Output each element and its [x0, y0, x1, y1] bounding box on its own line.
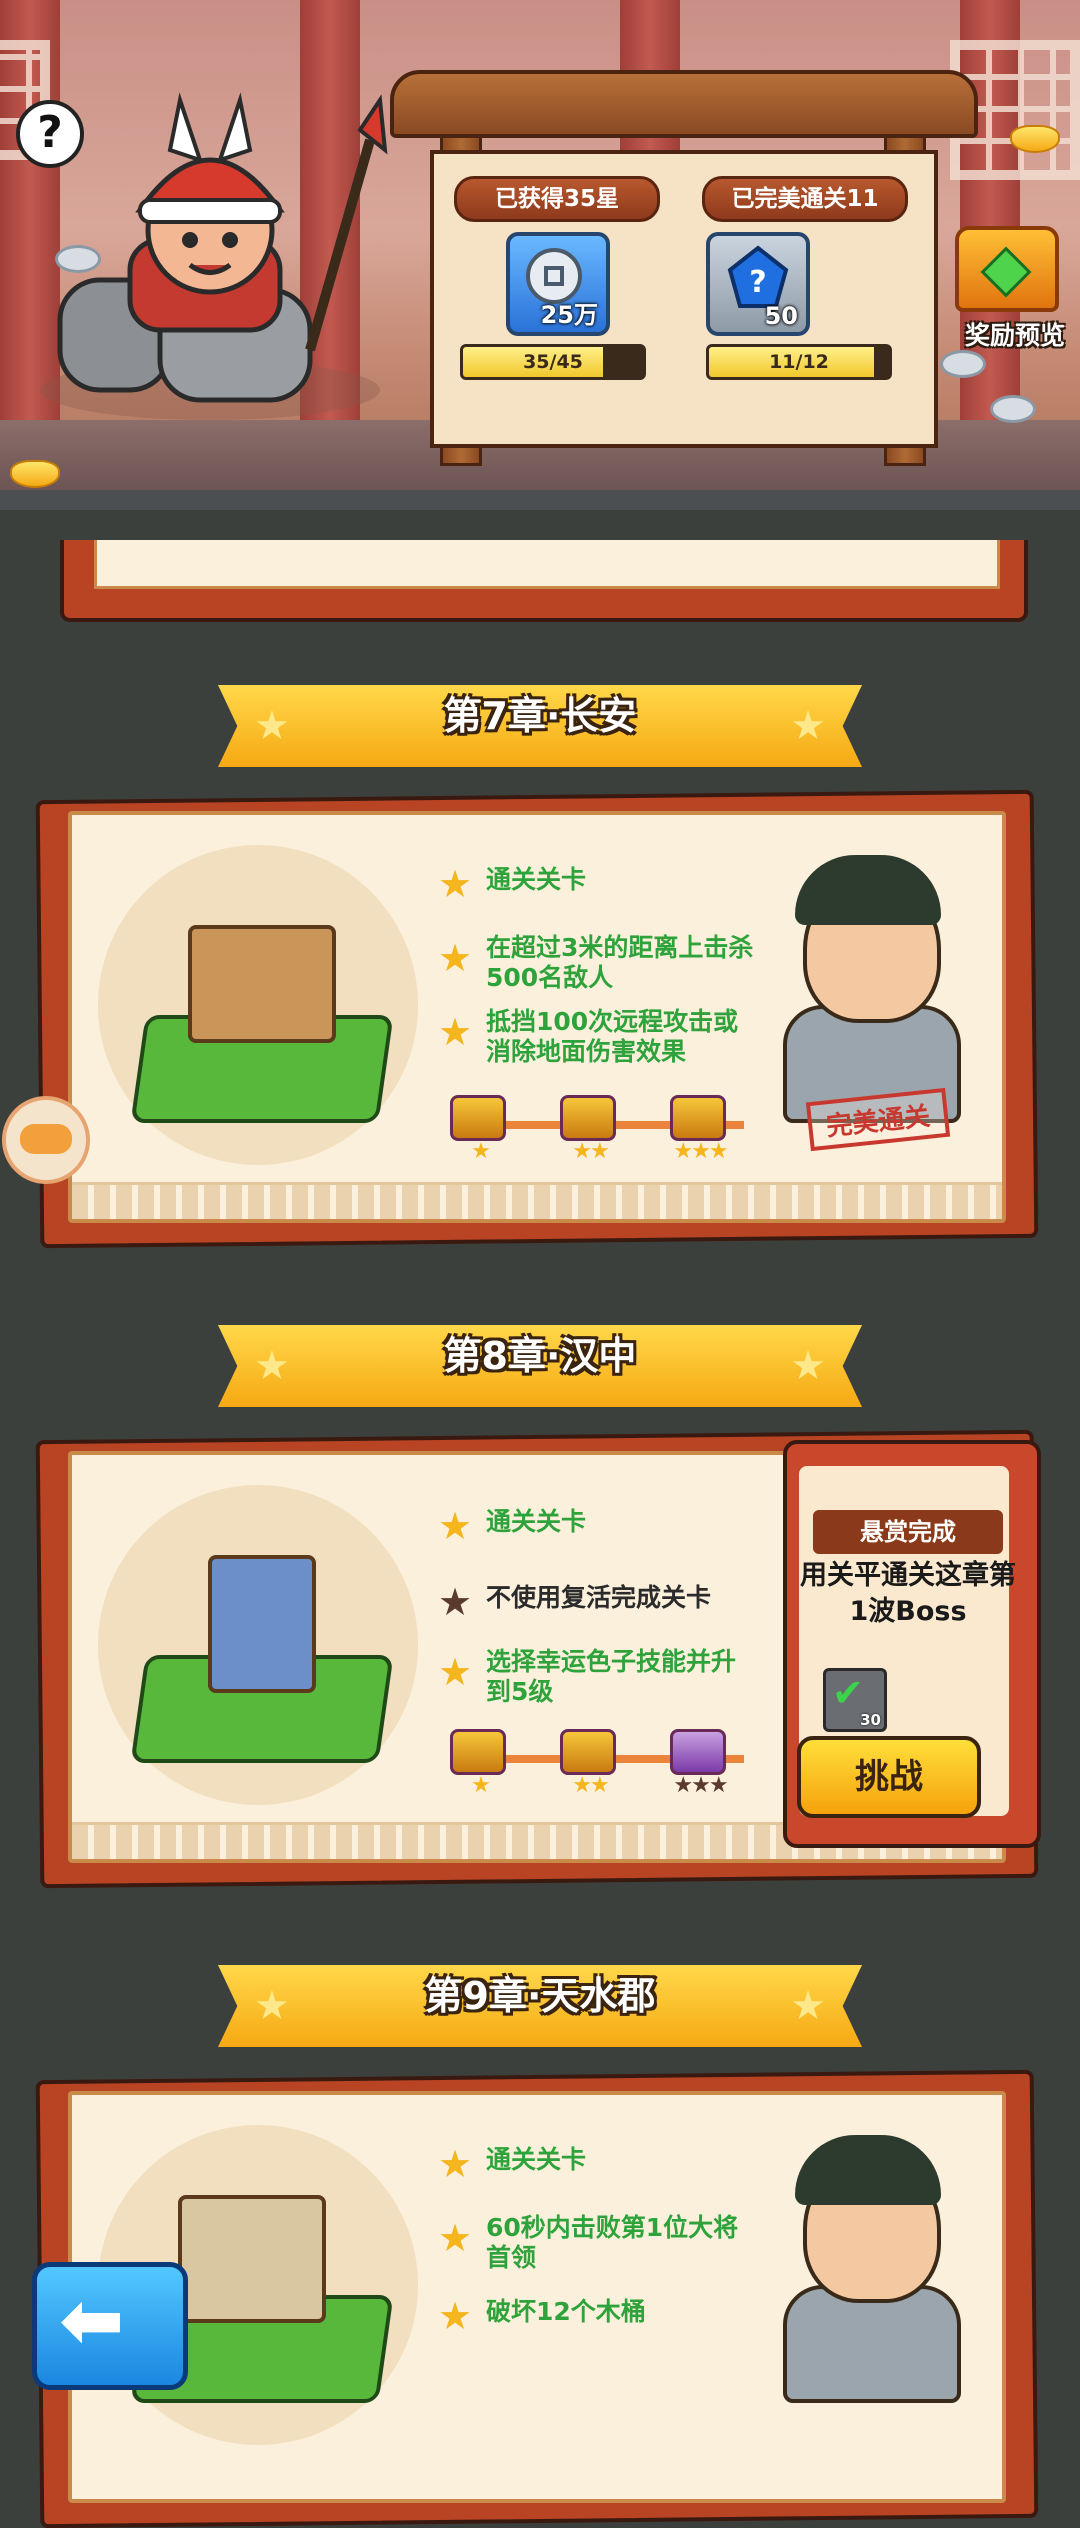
milestone-stars: ★ [471, 1139, 491, 1164]
checkmark-icon: ✔ [832, 1671, 864, 1715]
task-text: 选择幸运色子技能并升到5级 [486, 1647, 737, 1706]
chest-icon [670, 1729, 726, 1775]
portrait-hair [795, 2135, 941, 2205]
star-icon: ★ [438, 2142, 473, 2186]
chest-icon [670, 1095, 726, 1141]
milestone-chest[interactable]: ★★ [556, 1729, 616, 1798]
back-arrow-icon: ⬅ [59, 2276, 125, 2366]
milestone-chest[interactable]: ★★ [556, 1095, 616, 1164]
stars-earned-label: 已获得35星 [454, 176, 660, 222]
chapter-scene-image [98, 1485, 418, 1805]
star-icon: ★ [438, 862, 473, 906]
task-text: 通关关卡 [486, 2145, 587, 2174]
progress-text: 11/12 [769, 351, 829, 373]
empty-star-icon: ★ [438, 1580, 473, 1624]
perfect-clear-label: 已完美通关11 [702, 176, 908, 222]
previous-chapter-card-edge [60, 540, 1028, 622]
reward-count: 30 [860, 1711, 881, 1729]
gamepad-button[interactable] [2, 1096, 90, 1184]
gold-ingot-icon [10, 460, 60, 488]
chest-icon [450, 1095, 506, 1141]
chest-icon [560, 1095, 616, 1141]
hero-character [40, 92, 388, 420]
back-button[interactable]: ⬅ [32, 2262, 188, 2390]
milestone-chest[interactable]: ★ [446, 1729, 506, 1798]
chapter-title: 第7章·长安 [443, 694, 637, 738]
chapter-title: 第9章·天水郡 [424, 1974, 656, 2018]
milestone-chest[interactable]: ★★★ [666, 1729, 729, 1798]
star-icon: ★ [438, 1650, 473, 1694]
task-text: 60秒内击败第1位大将首领 [486, 2213, 739, 2272]
chest-icon [450, 1729, 506, 1775]
chapter-banner: ★ ★ 第9章·天水郡 [218, 1965, 862, 2047]
star-icon: ★ [438, 2216, 473, 2260]
milestone-stars: ★★ [572, 1139, 609, 1164]
floor-edge [0, 490, 1080, 510]
reward-preview-label: 奖励预览 [964, 321, 1065, 350]
reward-preview-button[interactable]: 奖励预览 [940, 226, 1070, 350]
general-portrait [753, 835, 973, 1125]
bounty-reward-item[interactable]: ✔ 30 [823, 1668, 887, 1732]
board-roof [390, 70, 978, 138]
bounty-status-tag: 悬赏完成 [813, 1510, 1003, 1554]
chest-icon [560, 1729, 616, 1775]
task-text: 抵挡100次远程攻击或消除地面伤害效果 [486, 1007, 739, 1066]
watchtower [208, 1555, 316, 1693]
chapter-title: 第8章·汉中 [443, 1334, 637, 1378]
header-scene: ? 已获得35星 已完美通关11 25万 ? 50 35/45 11/12 奖励… [0, 0, 1080, 510]
coin-icon [990, 395, 1036, 423]
siege-tower [188, 925, 336, 1043]
star-icon: ★ [438, 936, 473, 980]
milestone-stars: ★★★ [673, 1139, 728, 1164]
svg-text:?: ? [749, 265, 766, 300]
milestone-stars: ★★ [572, 1773, 609, 1798]
milestone-chest[interactable]: ★ [446, 1095, 506, 1164]
chapter-banner: ★ ★ 第7章·长安 [218, 685, 862, 767]
chapter-scene-image [98, 845, 418, 1165]
stars-progress-bar: 35/45 [460, 344, 646, 380]
task-text: 在超过3米的距离上击杀500名敌人 [486, 933, 754, 992]
star-icon: ★ [438, 1504, 473, 1548]
bounty-description: 用关平通关这章第1波Boss [800, 1560, 1016, 1627]
milestone-chest[interactable]: ★★★ [666, 1095, 729, 1164]
milestone-stars: ★★★ [673, 1773, 728, 1798]
task-text: 不使用复活完成关卡 [486, 1583, 712, 1612]
reward-amount: 25万 [540, 301, 598, 329]
progress-text: 35/45 [523, 351, 583, 373]
general-portrait [753, 2115, 973, 2405]
task-text: 通关关卡 [486, 1507, 587, 1536]
chapter-card[interactable]: ★ 通关关卡 ★ 在超过3米的距离上击杀500名敌人 ★ 抵挡100次远程攻击或… [35, 789, 1039, 1249]
reward-amount: 50 [764, 302, 798, 330]
fret-pattern [72, 1182, 1002, 1219]
star-icon: ★ [438, 2294, 473, 2338]
card-inner-edge [94, 540, 1000, 589]
perfect-progress-bar: 11/12 [706, 344, 892, 380]
gold-ingot-icon [1010, 125, 1060, 153]
achievement-board: 已获得35星 已完美通关11 25万 ? 50 35/45 11/12 [390, 70, 978, 470]
gamepad-icon [20, 1124, 72, 1154]
bounty-panel: 悬赏完成 用关平通关这章第1波Boss ✔ 30 挑战 [783, 1440, 1041, 1848]
help-button[interactable]: ? [16, 100, 84, 168]
portrait-hair [795, 855, 941, 925]
task-text: 破坏12个木桶 [486, 2297, 646, 2326]
star-icon: ★ [438, 1010, 473, 1054]
chapter-banner: ★ ★ 第8章·汉中 [218, 1325, 862, 1407]
challenge-button[interactable]: 挑战 [797, 1736, 981, 1818]
temple-building [178, 2195, 326, 2323]
milestone-stars: ★ [471, 1773, 491, 1798]
task-text: 通关关卡 [486, 865, 587, 894]
mystery-gem-reward[interactable]: ? 50 [706, 232, 810, 336]
board-panel: 已获得35星 已完美通关11 25万 ? 50 35/45 11/12 [430, 150, 938, 448]
silver-coin-reward[interactable]: 25万 [506, 232, 610, 336]
